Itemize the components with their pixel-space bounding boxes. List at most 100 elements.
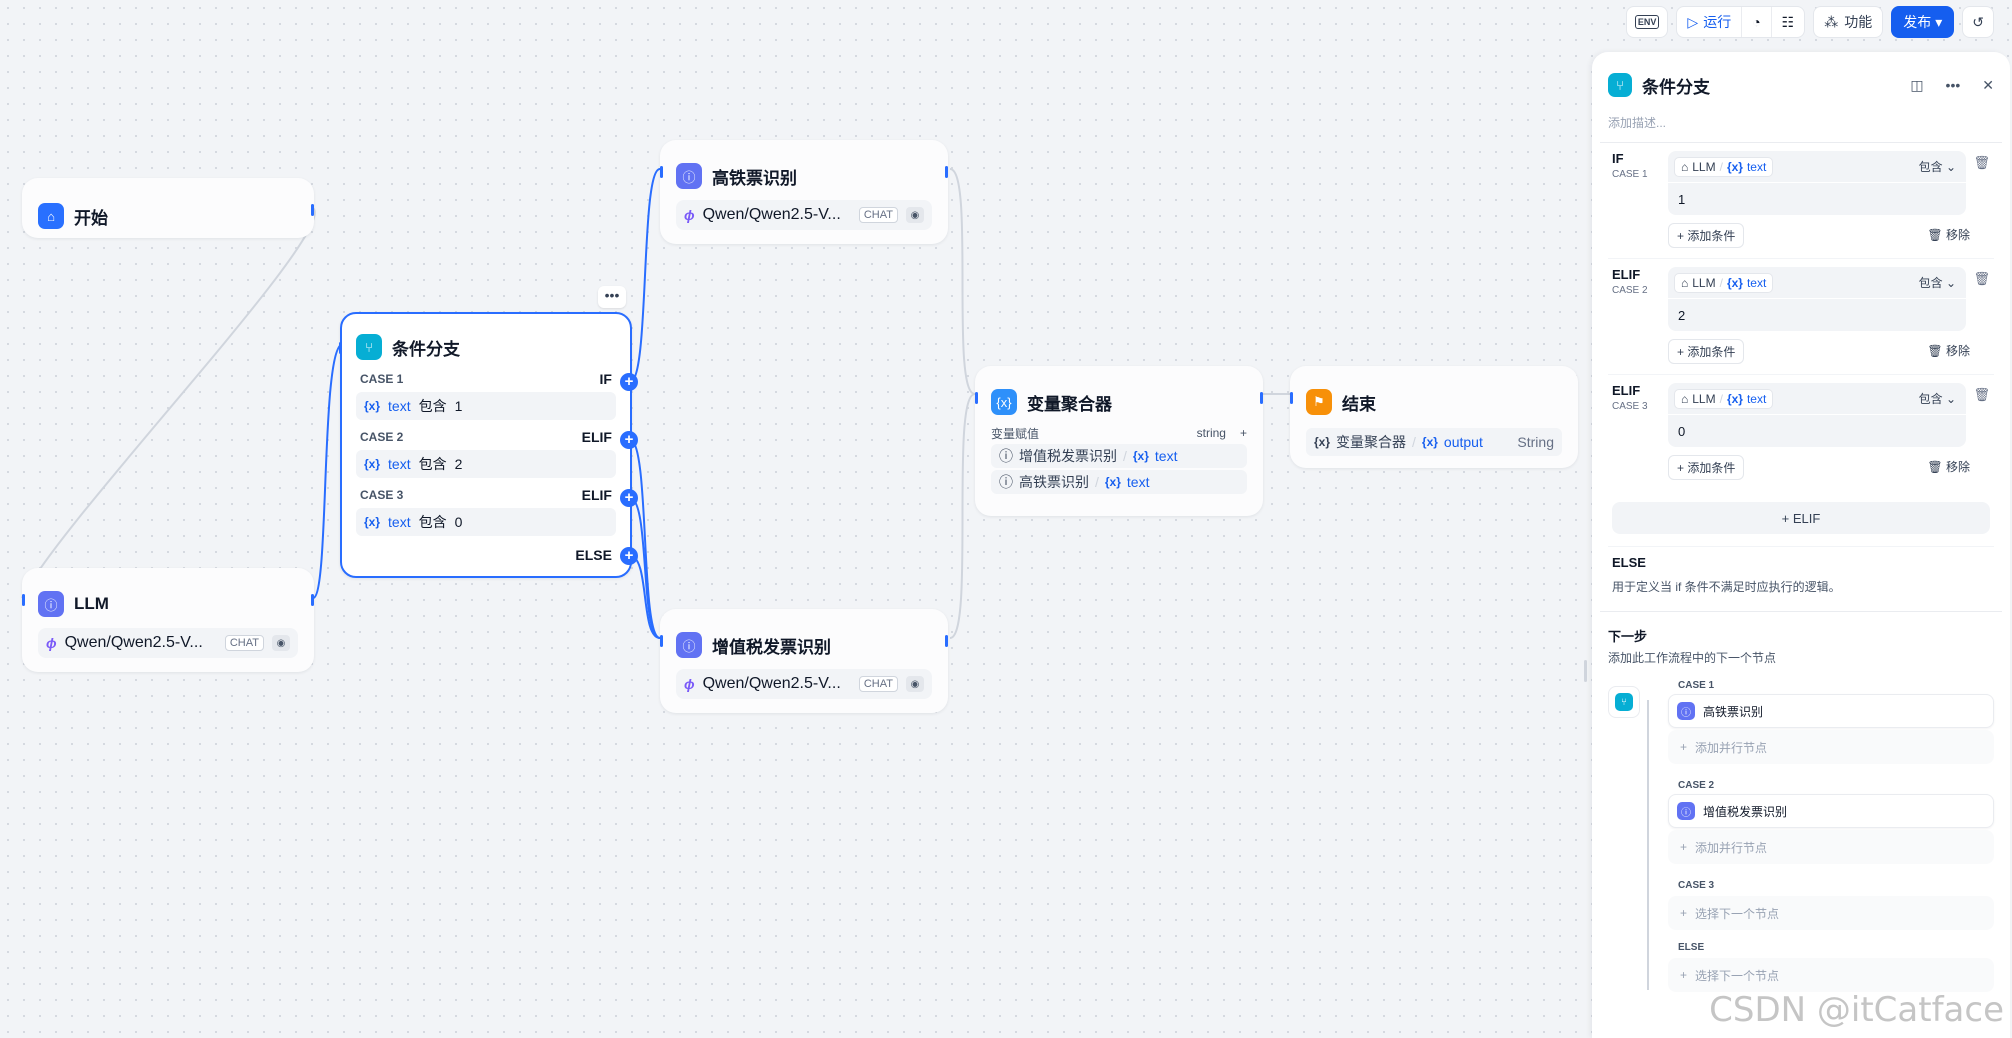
next-step-description: 添加此工作流程中的下一个节点 xyxy=(1608,651,1777,665)
node-if-else[interactable]: ⑂ 条件分支 CASE 1 IF {x} text 包含 1 CASE 2 EL… xyxy=(339,312,632,578)
panel-resize-handle[interactable] xyxy=(1584,660,1587,682)
node-end[interactable]: ⚑ 结束 {x} 变量聚合器 / {x} output String xyxy=(1290,366,1578,468)
variable-icon: {x} xyxy=(1104,475,1121,489)
model-selector[interactable]: ϕ Qwen/Qwen2.5-V... CHAT ◉ xyxy=(676,200,932,230)
operator-select[interactable]: 包含 ⌄ xyxy=(1919,274,1956,291)
node-variable-aggregator[interactable]: {x} 变量聚合器 变量赋值 string + ⓘ 增值税发票识别 / {x} … xyxy=(975,366,1263,516)
features-label: 功能 xyxy=(1844,14,1873,30)
plus-icon: + xyxy=(1680,740,1688,754)
more-icon[interactable]: ••• xyxy=(1946,77,1961,94)
remove-button[interactable]: 🗑 移除 xyxy=(1927,455,1970,480)
play-icon: ▷ xyxy=(1687,13,1699,30)
variable-name: text xyxy=(1154,448,1178,464)
delete-case-icon[interactable]: 🗑 xyxy=(1973,155,1990,171)
variable-selector[interactable]: ⌂ LLM / {x} text xyxy=(1674,156,1774,177)
add-condition-button[interactable]: + 添加条件 xyxy=(1668,223,1745,248)
operator-select[interactable]: 包含 ⌄ xyxy=(1919,158,1956,175)
case-label: CASE 1 xyxy=(360,372,404,386)
condition-value-input[interactable]: 0 xyxy=(1668,415,1966,447)
aggregator-type: string xyxy=(1196,426,1226,440)
model-selector[interactable]: ϕ Qwen/Qwen2.5-V... CHAT ◉ xyxy=(676,669,932,699)
llm-icon: ⓘ xyxy=(999,448,1013,464)
output-handle[interactable] xyxy=(311,204,314,216)
add-variable-icon[interactable]: + xyxy=(1240,426,1247,440)
input-handle[interactable] xyxy=(1290,392,1293,404)
node-train-ticket[interactable]: ⓘ 高铁票识别 ϕ Qwen/Qwen2.5-V... CHAT ◉ xyxy=(660,140,948,244)
remove-button[interactable]: 🗑 移除 xyxy=(1927,339,1970,364)
case-label: CASE 3 xyxy=(1612,401,1648,412)
variable-selector[interactable]: ⌂ LLM / {x} text xyxy=(1674,272,1774,293)
llm-icon: ⓘ xyxy=(999,474,1013,490)
branch-target-node[interactable]: ⓘ 增值税发票识别 xyxy=(1668,794,1994,828)
select-next-node-button[interactable]: + 选择下一个节点 xyxy=(1668,896,1994,930)
node-vat-invoice[interactable]: ⓘ 增值税发票识别 ϕ Qwen/Qwen2.5-V... CHAT ◉ xyxy=(660,609,948,713)
run-button[interactable]: ▷ 运行 xyxy=(1677,7,1741,37)
output-handle[interactable] xyxy=(945,166,948,178)
add-parallel-node-button[interactable]: + 添加并行节点 xyxy=(1668,730,1994,764)
input-handle[interactable] xyxy=(22,594,25,606)
condition-value-input[interactable]: 1 xyxy=(1668,183,1966,215)
edge-elif3-vat xyxy=(629,497,661,639)
condition-row: {x} text 包含 0 xyxy=(356,508,616,536)
vision-icon: ◉ xyxy=(906,207,924,223)
features-button[interactable]: ⁂ 功能 xyxy=(1813,6,1884,38)
delete-case-icon[interactable]: 🗑 xyxy=(1973,271,1990,287)
chevron-down-icon: ⌄ xyxy=(1945,392,1956,406)
select-next-node-button[interactable]: + 选择下一个节点 xyxy=(1668,958,1994,992)
case-header: CASE 3 ELIF xyxy=(342,482,630,508)
checklist-button[interactable]: ☷ xyxy=(1770,7,1805,37)
version-history-button[interactable]: ↺ xyxy=(1962,6,1994,38)
input-handle[interactable] xyxy=(660,166,663,178)
operator-select[interactable]: 包含 ⌄ xyxy=(1919,390,1956,407)
node-more-button[interactable]: ••• xyxy=(598,286,626,308)
publish-button[interactable]: 发布 ▾ xyxy=(1891,6,1955,38)
branch-case-2: CASE 2 ⓘ 增值税发票识别 + 添加并行节点 xyxy=(1668,780,1994,864)
condition-value: 0 xyxy=(454,514,463,530)
input-handle[interactable] xyxy=(660,635,663,647)
add-elif-button[interactable]: + ELIF xyxy=(1612,502,1990,534)
elif-output-handle[interactable]: + xyxy=(620,431,638,449)
condition-operator: 包含 xyxy=(418,514,447,530)
condition-variable: text xyxy=(388,398,411,414)
edge-llm-ifelse xyxy=(312,343,344,599)
condition-variable: text xyxy=(388,514,411,530)
delete-case-icon[interactable]: 🗑 xyxy=(1973,387,1990,403)
branch-target-node[interactable]: ⓘ 高铁票识别 xyxy=(1668,694,1994,728)
model-selector[interactable]: ϕ Qwen/Qwen2.5-V... CHAT ◉ xyxy=(38,628,298,658)
elif-output-handle[interactable]: + xyxy=(620,489,638,507)
add-parallel-node-button[interactable]: + 添加并行节点 xyxy=(1668,830,1994,864)
model-provider-icon: ϕ xyxy=(684,207,695,223)
description-input[interactable]: 添加描述... xyxy=(1592,102,2010,142)
output-handle[interactable] xyxy=(311,594,314,606)
input-handle[interactable] xyxy=(975,392,978,404)
node-title: 条件分支 xyxy=(392,339,460,359)
branch-node-title: 增值税发票识别 xyxy=(1703,804,1788,819)
add-condition-button[interactable]: + 添加条件 xyxy=(1668,455,1745,480)
case-keyword: ELIF xyxy=(581,487,612,503)
branch-label: CASE 3 xyxy=(1678,880,1715,891)
condition-row: {x} text 包含 1 xyxy=(356,392,616,420)
condition-value-input[interactable]: 2 xyxy=(1668,299,1966,331)
input-handle[interactable] xyxy=(339,342,342,354)
if-output-handle[interactable]: + xyxy=(620,373,638,391)
node-start[interactable]: ⌂ 开始 xyxy=(22,178,314,238)
variable-icon: {x} xyxy=(1726,159,1743,174)
chevron-down-icon: ⌄ xyxy=(1945,276,1956,290)
node-config-panel: ⑂ 条件分支 ◫ ••• ✕ 添加描述... IF CASE 1 ⌂ LLM /… xyxy=(1592,52,2010,1038)
env-button[interactable]: ENV xyxy=(1625,6,1669,38)
node-llm[interactable]: ⓘ LLM ϕ Qwen/Qwen2.5-V... CHAT ◉ xyxy=(22,568,314,672)
run-history-button[interactable]: ◔ xyxy=(1741,7,1770,37)
model-name: Qwen/Qwen2.5-V... xyxy=(64,634,203,651)
split-view-icon[interactable]: ◫ xyxy=(1910,77,1923,94)
operator-label: 包含 xyxy=(1918,276,1943,290)
plus-icon: + xyxy=(1680,840,1688,854)
remove-button[interactable]: 🗑 移除 xyxy=(1927,223,1970,248)
plus-icon: + xyxy=(1680,906,1688,920)
workflow-canvas[interactable]: ⌂ 开始 ⓘ LLM ϕ Qwen/Qwen2.5-V... CHAT ◉ ••… xyxy=(0,0,1592,1038)
add-condition-button[interactable]: + 添加条件 xyxy=(1668,339,1745,364)
output-handle[interactable] xyxy=(1260,392,1263,404)
else-output-handle[interactable]: + xyxy=(620,547,638,565)
close-icon[interactable]: ✕ xyxy=(1982,77,1994,94)
variable-selector[interactable]: ⌂ LLM / {x} text xyxy=(1674,388,1774,409)
output-handle[interactable] xyxy=(945,635,948,647)
